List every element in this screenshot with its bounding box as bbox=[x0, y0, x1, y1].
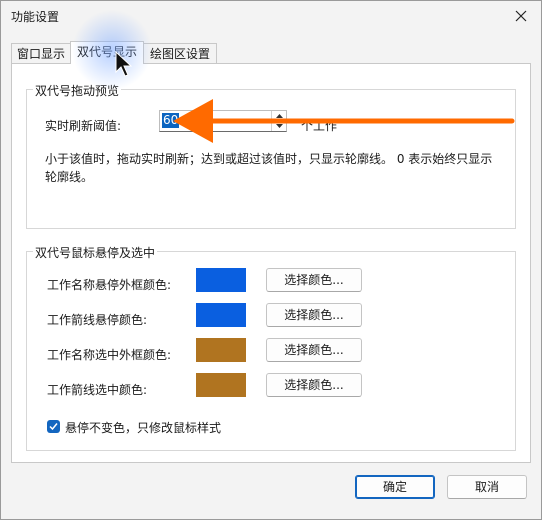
selected-arrow-color-button[interactable]: 选择颜色... bbox=[266, 373, 362, 397]
hover-no-color-label[interactable]: 悬停不变色，只修改鼠标样式 bbox=[65, 419, 221, 436]
title-bar: 功能设置 bbox=[1, 1, 541, 33]
hover-arrow-color-label: 工作箭线悬停颜色: bbox=[47, 313, 148, 327]
settings-dialog: 功能设置 窗口显示 双代号显示 绘图区设置 双代号拖动预览 实时刷新阈值: 60 bbox=[0, 0, 542, 520]
ok-button[interactable]: 确定 bbox=[355, 475, 435, 499]
hover-no-color-checkbox[interactable] bbox=[47, 420, 60, 433]
tab-double-code-display[interactable]: 双代号显示 bbox=[70, 41, 144, 64]
hover-name-frame-color-label: 工作名称悬停外框颜色: bbox=[47, 278, 172, 292]
hover-name-frame-color-button[interactable]: 选择颜色... bbox=[266, 268, 362, 292]
selected-arrow-color-swatch bbox=[196, 373, 246, 397]
tab-panel: 双代号拖动预览 实时刷新阈值: 60 个工作 小于该值时，拖动实时刷新；达到或超… bbox=[11, 63, 531, 463]
cancel-button[interactable]: 取消 bbox=[447, 475, 527, 499]
chevron-down-icon bbox=[275, 124, 283, 128]
hover-arrow-color-button[interactable]: 选择颜色... bbox=[266, 303, 362, 327]
threshold-description-line2: 轮廓线。 bbox=[45, 170, 94, 184]
hover-name-frame-color-swatch bbox=[196, 268, 246, 292]
threshold-description-line1: 小于该值时，拖动实时刷新；达到或超过该值时，只显示轮廓线。 0 表示始终只显示 bbox=[45, 152, 493, 166]
checkmark-icon bbox=[49, 423, 58, 431]
threshold-value[interactable]: 60 bbox=[162, 113, 180, 128]
chevron-up-icon bbox=[275, 114, 283, 118]
threshold-spinbox[interactable]: 60 bbox=[159, 110, 287, 132]
tab-window-display[interactable]: 窗口显示 bbox=[11, 43, 71, 63]
close-icon bbox=[515, 10, 527, 22]
threshold-label: 实时刷新阈值: bbox=[45, 119, 122, 133]
dialog-title: 功能设置 bbox=[11, 10, 60, 24]
spin-down-button[interactable] bbox=[272, 121, 286, 131]
hover-select-group-title: 双代号鼠标悬停及选中 bbox=[33, 244, 158, 261]
threshold-spin-buttons bbox=[271, 111, 286, 131]
selected-arrow-color-label: 工作箭线选中颜色: bbox=[47, 383, 148, 397]
hover-select-group: 双代号鼠标悬停及选中 工作名称悬停外框颜色: 选择颜色... 工作箭线悬停颜色:… bbox=[26, 244, 516, 451]
close-button[interactable] bbox=[501, 1, 541, 31]
threshold-unit: 个工作 bbox=[301, 119, 338, 133]
hover-arrow-color-swatch bbox=[196, 303, 246, 327]
selected-name-frame-color-button[interactable]: 选择颜色... bbox=[266, 338, 362, 362]
spin-up-button[interactable] bbox=[272, 111, 286, 121]
drag-preview-group: 双代号拖动预览 实时刷新阈值: 60 个工作 小于该值时，拖动实时刷新；达到或超… bbox=[26, 82, 516, 229]
drag-preview-group-title: 双代号拖动预览 bbox=[33, 82, 122, 99]
tab-drawing-area-settings[interactable]: 绘图区设置 bbox=[143, 43, 217, 63]
selected-name-frame-color-swatch bbox=[196, 338, 246, 362]
selected-name-frame-color-label: 工作名称选中外框颜色: bbox=[47, 348, 172, 362]
